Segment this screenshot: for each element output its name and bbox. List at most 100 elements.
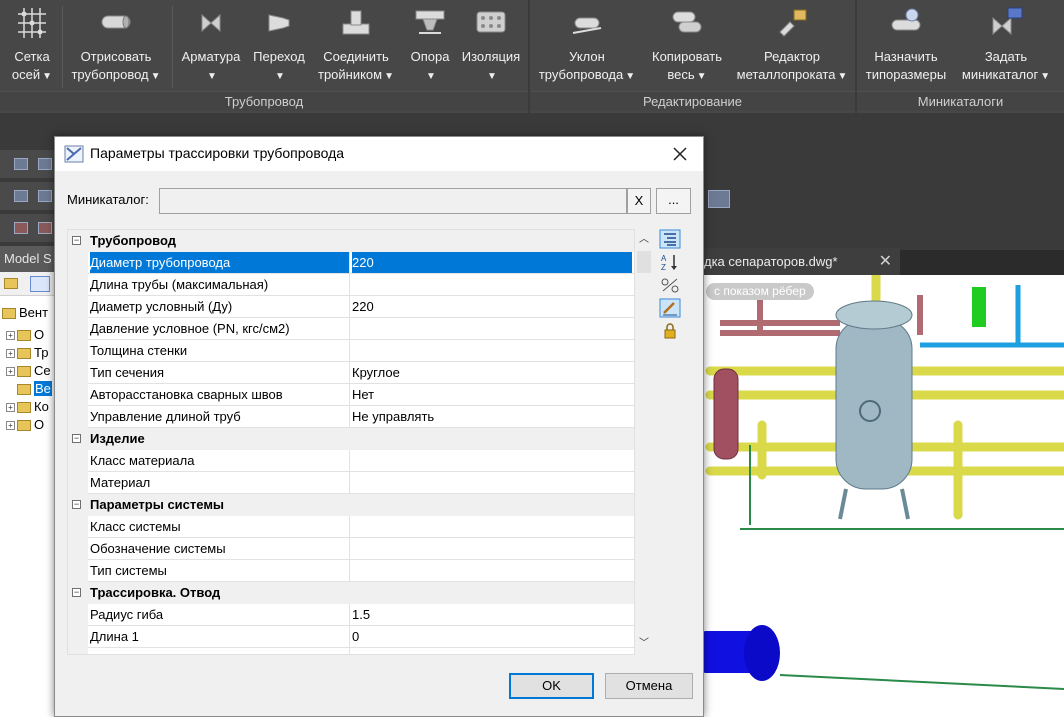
minicatalog-clear-button[interactable]: X [627,188,651,214]
minicatalog-field[interactable] [159,188,627,214]
grid-axes-button[interactable]: Сетка осей [6,4,58,90]
insulation-button[interactable]: Изоляция [458,4,524,90]
property-value[interactable] [352,318,632,339]
tree-label: Се [34,363,51,378]
tree-item[interactable]: Ве [0,380,52,398]
ribbon-button-label: Переход [253,49,305,64]
pipe-slope-button[interactable]: Уклон трубопровода [534,4,640,90]
close-icon[interactable] [669,143,691,165]
property-value[interactable]: Не управлять [352,406,632,427]
expand-icon[interactable]: + [6,403,15,413]
property-value[interactable] [352,516,632,537]
ribbon-button-label: Копировать [652,49,722,64]
category-routing-bend[interactable]: − Трассировка. Отвод [68,582,634,604]
property-value[interactable]: Нет [352,384,632,405]
property-row[interactable]: Авторасстановка сварных швов Нет [88,384,634,406]
tree-item[interactable]: + Ко [0,398,49,416]
tree-item[interactable]: + О [0,416,44,434]
folder-icon[interactable] [4,278,18,289]
tee-connect-button[interactable]: Соединить тройником [312,4,400,90]
property-row[interactable]: Материал [88,472,634,494]
minicatalog-browse-button[interactable]: ... [656,188,691,214]
property-value[interactable]: 0 [352,648,632,654]
property-row[interactable]: Длина трубы (максимальная) [88,274,634,296]
property-row[interactable]: Радиус гиба 1.5 [88,604,634,626]
property-value[interactable] [352,274,632,295]
support-icon [415,10,445,34]
settings-icon[interactable] [659,275,681,295]
collapse-icon[interactable]: − [72,236,81,245]
property-value[interactable]: 220 [352,296,632,317]
collapse-icon[interactable]: − [72,500,81,509]
drawing-tab[interactable]: дка сепараторов.dwg* ✕ [700,248,900,275]
chevron-up-icon[interactable]: ︿ [635,231,653,249]
property-row[interactable]: Класс системы [88,516,634,538]
property-grid-scrollbar[interactable]: ︿ ﹀ [635,229,653,655]
expand-icon[interactable]: + [6,421,15,431]
expand-icon[interactable] [6,385,15,394]
property-row[interactable]: 0 [88,648,634,654]
property-row[interactable]: Обозначение системы [88,538,634,560]
property-row[interactable]: Длина 1 0 [88,626,634,648]
tool-icon[interactable] [14,222,28,234]
scrollbar-thumb[interactable] [637,251,651,273]
copy-all-button[interactable]: Копировать весь [644,4,730,90]
property-row[interactable]: Тип системы [88,560,634,582]
tree-item[interactable]: + О [0,326,44,344]
category-pipeline[interactable]: − Трубопровод [68,230,634,252]
view-mode-badge[interactable]: с показом рёбер [706,283,814,300]
draw-pipe-button[interactable]: Отрисовать трубопровод [66,4,166,90]
property-row[interactable]: Толщина стенки [88,340,634,362]
property-value[interactable] [352,538,632,559]
property-row[interactable]: Давление условное (PN, кгс/см2) [88,318,634,340]
property-value[interactable] [352,472,632,493]
assign-sizes-button[interactable]: Назначить типоразмеры [860,4,952,90]
ok-button[interactable]: OK [509,673,594,699]
set-minicatalog-button[interactable]: Задать миникаталог [956,4,1056,90]
property-value[interactable]: 1.5 [352,604,632,625]
property-value[interactable] [352,560,632,581]
property-row[interactable]: Тип сечения Круглое [88,362,634,384]
chevron-down-icon[interactable]: ﹀ [635,635,653,653]
property-value[interactable]: 220 [352,252,632,273]
property-row[interactable]: Диаметр условный (Ду) 220 [88,296,634,318]
property-value[interactable] [352,340,632,361]
property-name: Длина 1 [90,626,350,647]
property-value[interactable]: 0 [352,626,632,647]
tool-icon[interactable] [38,158,52,170]
category-product[interactable]: − Изделие [68,428,634,450]
categorized-view-icon[interactable] [659,229,681,249]
dialog-titlebar[interactable]: Параметры трассировки трубопровода [55,137,703,171]
expand-icon[interactable]: + [6,349,15,359]
tool-icon[interactable] [14,158,28,170]
tool-icon[interactable] [38,190,52,202]
tree-item[interactable]: + Тр [0,344,48,362]
expand-icon[interactable]: + [6,367,15,377]
lock-icon[interactable] [659,321,681,341]
tool-icon[interactable] [14,190,28,202]
property-row[interactable]: Класс материала [88,450,634,472]
collapse-icon[interactable]: − [72,434,81,443]
property-row[interactable]: Управление длиной труб Не управлять [88,406,634,428]
edit-properties-icon[interactable] [659,298,681,318]
property-name: Управление длиной труб [90,406,350,427]
list-view-icon[interactable] [30,276,50,292]
tree-item[interactable]: + Се [0,362,51,380]
sort-alphabetical-icon[interactable]: A Z [659,252,681,272]
category-system-params[interactable]: − Параметры системы [68,494,634,516]
tool-icon[interactable] [708,190,730,208]
valve-button[interactable]: Арматура [178,4,244,90]
steel-editor-button[interactable]: Редактор металлопроката [732,4,852,90]
reducer-button[interactable]: Переход [248,4,310,90]
close-icon[interactable]: ✕ [879,248,892,275]
property-row[interactable]: Диаметр трубопровода 220 [88,252,634,274]
cancel-button[interactable]: Отмена [605,673,693,699]
collapse-icon[interactable]: − [72,588,81,597]
property-value[interactable] [352,450,632,471]
drawing-viewport[interactable]: с показом рёбер [700,275,1064,717]
property-value[interactable]: Круглое [352,362,632,383]
tool-icon[interactable] [38,222,52,234]
expand-icon[interactable]: + [6,331,15,341]
tree-root[interactable]: Вент [0,304,48,322]
support-button[interactable]: Опора [404,4,456,90]
